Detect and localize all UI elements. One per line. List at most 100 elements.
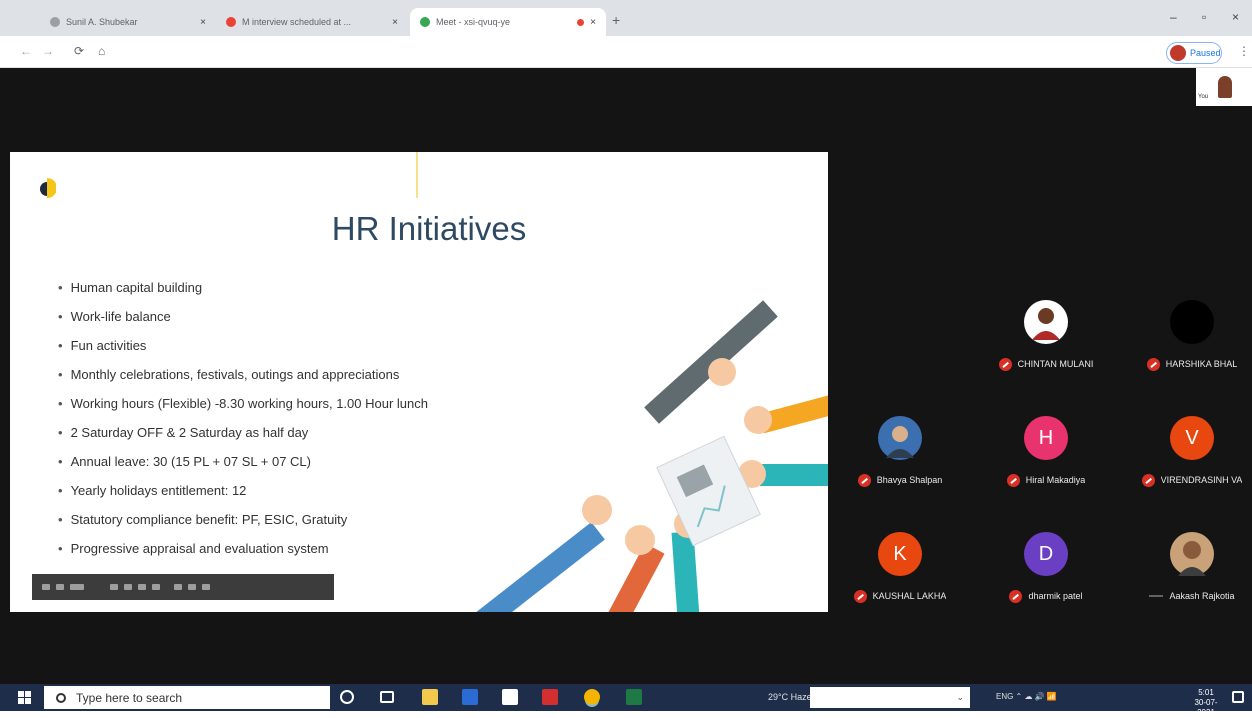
participant-name: Bhavya Shalpan <box>876 475 943 485</box>
pointer-icon[interactable] <box>138 584 146 590</box>
mic-muted-icon <box>857 473 871 487</box>
outlook-icon[interactable] <box>462 689 478 705</box>
zoom-icon[interactable] <box>152 584 160 590</box>
person-icon <box>1178 541 1206 576</box>
bullet-item: Statutory compliance benefit: PF, ESIC, … <box>58 510 428 539</box>
participant-tile[interactable]: H Hiral Makadiya <box>976 416 1116 487</box>
more-options-icon[interactable] <box>188 584 196 590</box>
person-icon <box>1218 76 1232 98</box>
bullet-item: Progressive appraisal and evaluation sys… <box>58 539 428 568</box>
back-button[interactable]: ← <box>20 44 32 58</box>
meet-icon <box>420 17 430 27</box>
mic-muted-icon <box>1146 357 1160 371</box>
store-icon[interactable] <box>502 689 518 705</box>
home-button[interactable]: ⌂ <box>98 44 105 58</box>
task-view-icon[interactable] <box>380 691 394 703</box>
tab-profile[interactable]: Sunil A. Shubekar × <box>40 8 216 36</box>
tab-title: Meet - xsi-qvuq-ye <box>436 17 511 27</box>
recording-dot-icon <box>577 18 585 26</box>
participant-namebar: KAUSHAL LAKHA <box>830 588 970 604</box>
bullet-item: Yearly holidays entitlement: 12 <box>58 481 428 510</box>
reload-button[interactable]: ⟳ <box>74 44 84 58</box>
new-tab-button[interactable]: + <box>612 12 620 28</box>
hand-icon <box>625 525 655 555</box>
self-view-label: You <box>1198 94 1209 100</box>
menu-icon[interactable]: ⋮ <box>1238 44 1250 58</box>
self-view-tile[interactable]: You <box>1196 68 1252 106</box>
chrome-icon[interactable] <box>584 689 600 705</box>
taskbar-input-box[interactable]: ⌄ <box>810 687 970 708</box>
participant-tile[interactable]: HARSHIKA BHAL <box>1122 300 1252 371</box>
participant-name: CHINTAN MULANI <box>1017 359 1094 369</box>
participant-tile[interactable]: Bhavya Shalpan <box>830 416 970 487</box>
minimize-button[interactable]: – <box>1170 10 1177 24</box>
windows-taskbar: Type here to search 29°C Haze ⌄ ENG ⌃ ☁ … <box>0 684 1252 717</box>
maximize-button[interactable]: ▫ <box>1202 10 1206 24</box>
hand-icon <box>744 406 772 434</box>
participant-name: HARSHIKA BHAL <box>1165 359 1238 369</box>
tab-meet[interactable]: Meet - xsi-qvuq-ye × <box>410 8 606 36</box>
thumbs-up-illustration <box>473 300 828 612</box>
tab-gmail[interactable]: M interview scheduled at ... × <box>216 8 408 36</box>
mic-muted-icon <box>1141 473 1155 487</box>
participant-namebar: VIRENDRASINH VA <box>1122 472 1252 488</box>
close-tab-icon[interactable]: × <box>200 17 206 28</box>
slide-bullet-list: Human capital building Work-life balance… <box>58 278 428 568</box>
settings-icon[interactable] <box>202 584 210 590</box>
system-tray[interactable]: ENG ⌃ ☁ 🔊 📶 <box>996 692 1057 701</box>
taskbar-search-box[interactable]: Type here to search <box>44 686 330 709</box>
forward-button[interactable]: → <box>42 44 54 58</box>
windows-start-icon[interactable] <box>18 691 32 704</box>
arm-shape <box>760 464 828 486</box>
subtitles-icon[interactable] <box>174 584 182 590</box>
slide-control-bar[interactable] <box>32 574 334 600</box>
tab-title: Sunil A. Shubekar <box>66 17 138 27</box>
bullet-item: Work-life balance <box>58 307 428 336</box>
participant-name: Hiral Makadiya <box>1025 475 1086 485</box>
cortana-icon[interactable] <box>340 690 354 704</box>
acrobat-icon[interactable] <box>542 689 558 705</box>
arm-shape <box>593 543 665 612</box>
close-tab-icon[interactable]: × <box>590 17 596 28</box>
bullet-item: Fun activities <box>58 336 428 365</box>
taskbar-clock[interactable]: 5:01 30-07-2021 <box>1186 688 1226 718</box>
participant-tile[interactable]: Aakash Rajkotia <box>1122 532 1252 602</box>
hand-icon <box>708 358 736 386</box>
participant-name: dharmik patel <box>1028 591 1083 601</box>
participant-name: VIRENDRASINH VA <box>1160 475 1243 485</box>
avatar: D <box>1024 532 1068 576</box>
tab-favicon-icon <box>50 17 60 27</box>
clock-date: 30-07-2021 <box>1194 698 1218 717</box>
excel-icon[interactable] <box>626 689 642 705</box>
notification-icon[interactable] <box>1232 691 1244 703</box>
next-slide-icon[interactable] <box>56 584 64 590</box>
browser-toolbar: ← → ⟳ ⌂ <box>0 36 1252 68</box>
close-window-button[interactable]: × <box>1232 10 1239 24</box>
participant-tile[interactable]: D dharmik patel <box>976 532 1116 604</box>
bullet-item: Annual leave: 30 (15 PL + 07 SL + 07 CL) <box>58 452 428 481</box>
bullet-item: Monthly celebrations, festivals, outings… <box>58 365 428 394</box>
bullet-item: 2 Saturday OFF & 2 Saturday as half day <box>58 423 428 452</box>
participant-name: KAUSHAL LAKHA <box>872 591 947 601</box>
avatar <box>1170 532 1214 576</box>
profile-button[interactable]: Paused <box>1166 42 1222 64</box>
browser-tab-bar: Sunil A. Shubekar × M interview schedule… <box>0 0 1252 36</box>
gmail-icon <box>226 17 236 27</box>
close-tab-icon[interactable]: × <box>392 17 398 28</box>
avatar: H <box>1024 416 1068 460</box>
slide-divider <box>416 152 418 198</box>
avatar: V <box>1170 416 1214 460</box>
participant-tile[interactable]: K KAUSHAL LAKHA <box>830 532 970 604</box>
eraser-icon[interactable] <box>124 584 132 590</box>
participant-namebar: Aakash Rajkotia <box>1122 588 1252 604</box>
participant-tile[interactable]: CHINTAN MULANI <box>976 300 1116 371</box>
file-explorer-icon[interactable] <box>422 689 438 705</box>
previous-slide-icon[interactable] <box>42 584 50 590</box>
mic-muted-icon <box>1009 589 1023 603</box>
participant-tile[interactable]: V VIRENDRASINH VA <box>1122 416 1252 488</box>
pen-icon[interactable] <box>110 584 118 590</box>
weather-widget[interactable]: 29°C Haze <box>768 692 812 702</box>
hand-icon <box>582 495 612 525</box>
participant-namebar: dharmik patel <box>976 588 1116 604</box>
person-icon <box>886 426 914 458</box>
